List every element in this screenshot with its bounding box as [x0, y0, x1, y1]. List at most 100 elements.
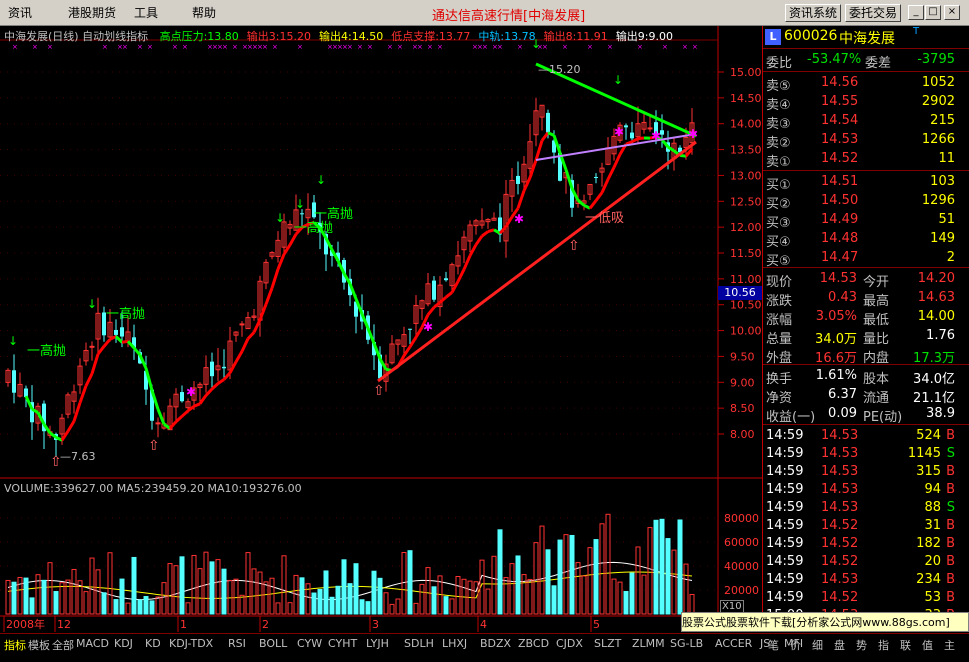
quote-tab[interactable]: 势 [856, 637, 867, 653]
tick-row: 14:59 14.53 315 B [763, 463, 969, 481]
volume-bar [29, 597, 35, 615]
ad-banner[interactable]: 股票公式股票软件下载[分析家公式网www.88gs.com] [681, 612, 969, 632]
bid-row: 买② 14.50 1296 [763, 192, 969, 212]
indicator-tab[interactable]: CYHT [328, 637, 357, 650]
top-signal-mark: × [437, 43, 443, 51]
indicator-value-5: 输出8:11.91 [543, 30, 608, 43]
indicator-tab[interactable]: 指标 [4, 637, 26, 653]
maximize-icon[interactable]: □ [925, 5, 941, 20]
info-system-button[interactable]: 资讯系统 [785, 4, 841, 22]
indicator-tab[interactable]: SG-LB [670, 637, 703, 650]
tick-volume: 94 [924, 482, 941, 497]
signal-star-icon: ✱ [186, 385, 196, 399]
quote-tab[interactable]: 笔 [768, 637, 779, 653]
top-signal-mark: × [397, 43, 403, 51]
indicator-tab[interactable]: MACD [76, 637, 109, 650]
signal-star-icon: ✱ [688, 127, 698, 141]
tick-direction: S [946, 446, 955, 461]
sell-arrow-icon: ↓ [613, 73, 623, 87]
fund-label: 净资 [766, 391, 793, 406]
tick-price: 14.53 [821, 482, 859, 497]
quote-tab[interactable]: 细 [812, 637, 823, 653]
bid-volume: 51 [938, 212, 955, 227]
menu-item-news[interactable]: 资讯 [8, 4, 32, 21]
ask-volume: 1266 [921, 132, 955, 147]
quote-tab[interactable]: 主 [944, 637, 955, 653]
tick-row: 14:59 14.53 234 B [763, 571, 969, 589]
menu-item-hk-futures[interactable]: 港股期货 [68, 4, 116, 21]
top-signal-mark: × [47, 43, 53, 51]
high-sell-label: 一高抛 [106, 306, 145, 322]
quote-tab[interactable]: 指 [878, 637, 889, 653]
top-signal-mark: × [367, 43, 373, 51]
indicator-tab[interactable]: BOLL [259, 637, 287, 650]
indicator-tab[interactable]: 模板 [28, 637, 50, 653]
top-signal-mark: × [172, 43, 178, 51]
volume-bar [179, 556, 185, 615]
volume-bar [677, 519, 683, 615]
ask-row: 卖④ 14.55 2902 [763, 93, 969, 113]
indicator-tab[interactable]: LYJH [366, 637, 389, 650]
quote-tab[interactable]: 联 [900, 637, 911, 653]
bid-price: 14.48 [821, 231, 859, 246]
tick-time: 14:59 [766, 446, 804, 461]
fund-label: 收益(一) [766, 410, 816, 425]
quote-tab[interactable]: 价 [790, 637, 801, 653]
indicator-tab[interactable]: LHXJ [442, 637, 467, 650]
top-signal-mark: × [562, 43, 568, 51]
chart-area[interactable]: ↓ 一高抛 ↓ 一高抛 ↓ 一高抛 ↓ 一高抛 ⇧ ⇧ ⇧ ⇧ 一低吸 —7.63 —15.20 ↓ ↓ ↓ ✱ ✱ ✱… [0, 26, 762, 632]
top-signal-mark: × [347, 43, 353, 51]
indicator-tab[interactable]: RSI [228, 637, 246, 650]
candle-body-down [180, 392, 184, 402]
tick-volume: 182 [916, 536, 941, 551]
indicator-tab[interactable]: BDZX [480, 637, 511, 650]
bid-price: 14.51 [821, 174, 859, 189]
indicator-tab[interactable]: KDJ [114, 637, 133, 650]
indicator-tab[interactable]: CJDX [556, 637, 583, 650]
indicator-tab[interactable]: ACCER [715, 637, 752, 650]
indicator-tab[interactable]: SLZT [594, 637, 621, 650]
candle-body-down [432, 280, 436, 300]
menu-item-tools[interactable]: 工具 [134, 4, 158, 21]
volume-bar [365, 601, 371, 615]
stat-value: 1.76 [926, 328, 955, 343]
top-signal-mark: × [682, 43, 688, 51]
indicator-tab[interactable]: CYW [297, 637, 322, 650]
fundamental-row: 收益(一) 0.09 PE(动) 38.9 [763, 405, 969, 425]
sell-arrow-icon: ↓ [295, 197, 305, 211]
volume-bar [353, 563, 359, 615]
tick-price: 14.53 [821, 572, 859, 587]
quote-tab[interactable]: 盘 [834, 637, 845, 653]
stat-label: 总量 [766, 332, 793, 347]
candle-body-down [546, 112, 550, 134]
volume-bar [299, 577, 305, 615]
volume-bar [623, 590, 629, 615]
indicator-tab[interactable]: 全部 [52, 637, 74, 653]
top-signal-mark: × [137, 43, 143, 51]
trade-button[interactable]: 委托交易 [845, 4, 901, 22]
close-icon[interactable]: × [944, 5, 960, 20]
volume-bar [407, 550, 413, 615]
menu-item-help[interactable]: 帮助 [192, 4, 216, 21]
indicator-tab[interactable]: ZLMM [632, 637, 665, 650]
indicator-tab[interactable]: ZBCD [518, 637, 549, 650]
kline-chart[interactable]: ↓一高抛↓一高抛↓一高抛↓一高抛⇧⇧⇧⇧一低吸—7.63—15.20↓↓↓✱✱✱… [0, 26, 762, 632]
candle-body-down [12, 370, 16, 393]
top-signal-mark: × [12, 43, 18, 51]
fund-value: 0.09 [828, 406, 857, 421]
volume-bar [569, 534, 575, 615]
indicator-tab[interactable]: SDLH [404, 637, 434, 650]
bid-label: 买③ [766, 216, 791, 231]
indicator-tab[interactable]: KDJ-TDX [169, 637, 213, 650]
price-tick-label: 12.00 [730, 221, 762, 234]
tick-time: 14:59 [766, 536, 804, 551]
volume-bar [347, 583, 353, 615]
quote-tab[interactable]: 值 [922, 637, 933, 653]
minimize-icon[interactable]: _ [908, 5, 924, 20]
indicator-value-3: 低点支撑:13.77 [391, 30, 471, 43]
tick-direction: S [946, 500, 955, 515]
volume-bar [653, 519, 659, 615]
volume-bar [497, 529, 503, 615]
indicator-tab[interactable]: KD [145, 637, 161, 650]
volume-bar [329, 596, 335, 615]
